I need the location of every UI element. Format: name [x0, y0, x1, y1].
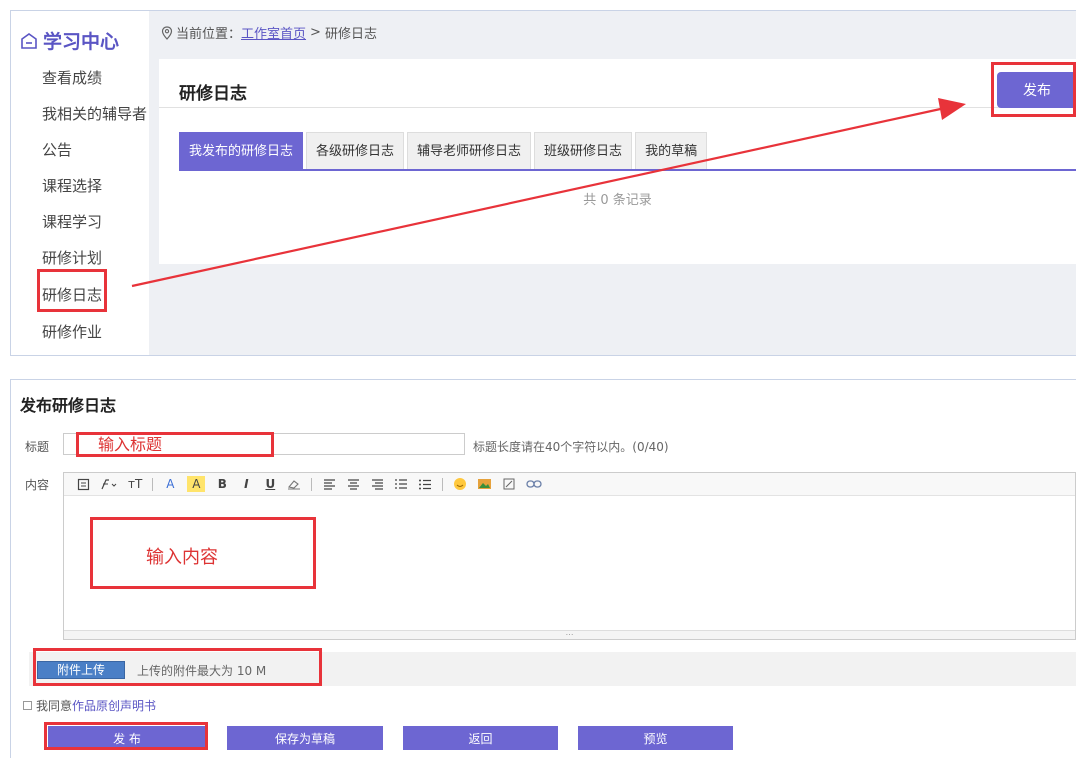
image-icon[interactable] [477, 476, 492, 492]
annotation-arrow [131, 98, 966, 288]
align-left-icon[interactable] [322, 476, 336, 492]
underline-icon[interactable]: U [263, 476, 277, 492]
font-family-icon[interactable] [100, 476, 118, 492]
align-center-icon[interactable] [346, 476, 360, 492]
originality-statement-link[interactable]: 作品原创声明书 [72, 697, 156, 714]
highlight-box-title [76, 432, 274, 457]
toolbar-separator [152, 477, 154, 491]
editor-toolbar: тT A A B I U [64, 473, 1075, 496]
agreement-prefix: 我同意 [36, 699, 73, 713]
ordered-list-icon[interactable] [394, 476, 408, 492]
toolbar-separator [311, 477, 313, 491]
italic-icon[interactable]: I [239, 476, 253, 492]
highlight-box-content [90, 517, 316, 589]
background-color-icon[interactable]: A [187, 476, 206, 492]
emoji-icon[interactable] [453, 476, 467, 492]
toolbar-separator [442, 477, 444, 491]
save-draft-button[interactable]: 保存为草稿 [227, 726, 383, 750]
eraser-icon[interactable] [287, 476, 301, 492]
back-button[interactable]: 返回 [403, 726, 558, 750]
highlight-box-form-publish [44, 722, 208, 750]
flash-icon[interactable] [502, 476, 516, 492]
unordered-list-icon[interactable] [418, 476, 432, 492]
bold-icon[interactable]: B [215, 476, 229, 492]
agreement-checkbox[interactable] [23, 701, 32, 710]
preview-button[interactable]: 预览 [578, 726, 733, 750]
text-color-icon[interactable]: A [163, 476, 177, 492]
agreement-row: 我同意 作品原创声明书 [23, 697, 156, 714]
editor-resize-handle[interactable]: ⋯ [64, 630, 1075, 639]
form-heading: 发布研修日志 [20, 396, 117, 415]
source-icon[interactable] [76, 476, 90, 492]
highlight-box-attachment [33, 648, 322, 686]
content-label: 内容 [25, 478, 50, 492]
title-label: 标题 [25, 440, 50, 454]
link-icon[interactable] [526, 476, 542, 492]
title-length-hint: 标题长度请在40个字符以内。(0/40) [473, 440, 669, 454]
align-right-icon[interactable] [370, 476, 384, 492]
font-size-icon[interactable]: тT [128, 476, 142, 492]
